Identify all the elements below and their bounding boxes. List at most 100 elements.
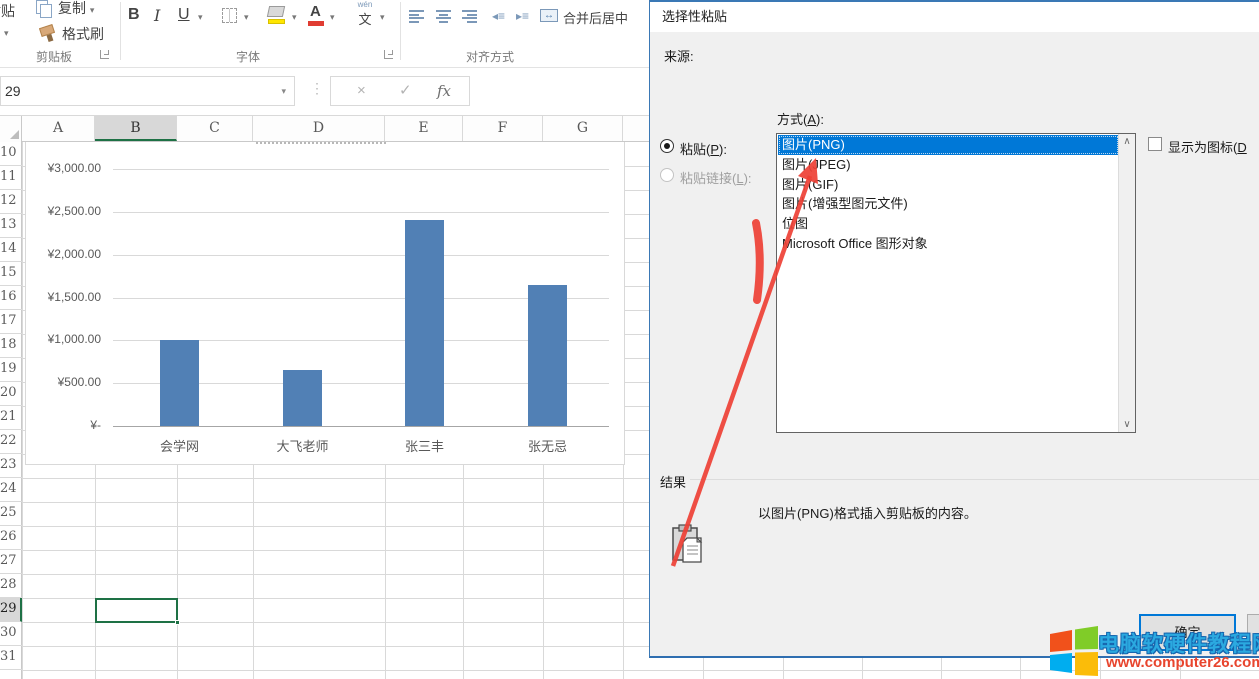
confirm-entry-icon[interactable]: ✓ bbox=[399, 77, 412, 105]
fill-dropdown-icon[interactable]: ▾ bbox=[292, 12, 297, 23]
chart-x-label: 张无忌 bbox=[498, 436, 598, 455]
listbox-scrollbar[interactable]: ∧ ∨ bbox=[1118, 134, 1135, 432]
namebox-dropdown-icon[interactable]: ▾ bbox=[281, 77, 286, 105]
row-header-20[interactable]: 20 bbox=[0, 382, 22, 406]
borders-icon[interactable] bbox=[222, 8, 237, 23]
chart-y-tick-label: ¥1,000.00 bbox=[29, 332, 101, 346]
paste-option-5[interactable]: Microsoft Office 图形对象 bbox=[778, 234, 1119, 254]
row-header-26[interactable]: 26 bbox=[0, 526, 22, 550]
formula-controls: × ✓ fx bbox=[330, 76, 470, 106]
gridline-h bbox=[22, 670, 1259, 671]
increase-indent-icon[interactable]: ▸≡ bbox=[516, 9, 529, 23]
decrease-indent-icon[interactable]: ◂≡ bbox=[492, 9, 505, 23]
fill-handle[interactable] bbox=[175, 620, 180, 625]
row-header-18[interactable]: 18 bbox=[0, 334, 22, 358]
paste-radio[interactable] bbox=[660, 139, 674, 153]
display-as-icon-checkbox[interactable] bbox=[1148, 137, 1162, 151]
row-header-27[interactable]: 27 bbox=[0, 550, 22, 574]
chart-gridline bbox=[113, 255, 609, 256]
chart-y-tick-label: ¥1,500.00 bbox=[29, 290, 101, 304]
font-dialog-launcher-icon[interactable] bbox=[384, 50, 393, 59]
column-header-F[interactable]: F bbox=[463, 116, 543, 141]
result-group-label: 结果 bbox=[657, 472, 689, 491]
underline-dropdown-icon[interactable]: ▾ bbox=[198, 12, 203, 23]
paste-option-2[interactable]: 图片(GIF) bbox=[778, 175, 1119, 195]
chart-x-label: 大飞老师 bbox=[253, 436, 353, 455]
chart-y-tick-label: ¥- bbox=[29, 418, 101, 432]
align-right-icon[interactable] bbox=[462, 10, 477, 23]
select-all-corner[interactable] bbox=[0, 116, 22, 142]
name-box[interactable]: 29▾ bbox=[0, 76, 295, 106]
phonetic-guide-button[interactable]: wén 文 bbox=[356, 0, 374, 28]
excel-window: 1011121314151617181920212223242526272829… bbox=[0, 0, 1259, 679]
font-color-dropdown-icon[interactable]: ▾ bbox=[330, 12, 335, 23]
as-label: 方式(A): bbox=[777, 109, 824, 128]
row-header-13[interactable]: 13 bbox=[0, 214, 22, 238]
row-header-14[interactable]: 14 bbox=[0, 238, 22, 262]
row-header-30[interactable]: 30 bbox=[0, 622, 22, 646]
insert-function-icon[interactable]: fx bbox=[437, 77, 451, 105]
format-painter-button[interactable]: 格式刷 bbox=[62, 24, 104, 44]
chart-bar-张三丰 bbox=[405, 220, 444, 426]
borders-dropdown-icon[interactable]: ▾ bbox=[244, 12, 249, 23]
row-header-11[interactable]: 11 bbox=[0, 166, 22, 190]
ok-button[interactable]: 确定 bbox=[1139, 614, 1236, 651]
merge-center-icon[interactable]: ↔ bbox=[540, 9, 558, 22]
phonetic-dropdown-icon[interactable]: ▾ bbox=[380, 12, 385, 23]
row-header-23[interactable]: 23 bbox=[0, 454, 22, 478]
dialog-title: 选择性粘贴 bbox=[650, 2, 1259, 32]
display-as-icon-option[interactable]: 显示为图标(D bbox=[1148, 136, 1259, 156]
font-group-label: 字体 bbox=[236, 48, 260, 65]
paste-option-1[interactable]: 图片(JPEG) bbox=[778, 155, 1119, 175]
paste-radio-label[interactable]: 粘贴(P): bbox=[680, 139, 727, 158]
underline-button[interactable]: U bbox=[178, 6, 190, 24]
row-header-19[interactable]: 19 bbox=[0, 358, 22, 382]
scroll-down-icon[interactable]: ∨ bbox=[1119, 419, 1135, 430]
selected-cell-B29[interactable] bbox=[95, 598, 178, 623]
copy-button[interactable]: 复制 ▾ bbox=[58, 0, 94, 18]
row-header-25[interactable]: 25 bbox=[0, 502, 22, 526]
alignment-group-label: 对齐方式 bbox=[466, 48, 514, 65]
row-header-16[interactable]: 16 bbox=[0, 286, 22, 310]
paste-button[interactable]: 粘贴 bbox=[0, 1, 15, 21]
column-header-D[interactable]: D bbox=[253, 116, 385, 141]
scroll-up-icon[interactable]: ∧ bbox=[1119, 136, 1135, 147]
paste-option-0[interactable]: 图片(PNG) bbox=[778, 135, 1119, 155]
row-header-24[interactable]: 24 bbox=[0, 478, 22, 502]
chart-x-label: 张三丰 bbox=[375, 436, 475, 455]
row-header-29[interactable]: 29 bbox=[0, 598, 22, 622]
paste-dropdown-icon[interactable]: ▾ bbox=[4, 28, 9, 39]
clipboard-dialog-launcher-icon[interactable] bbox=[100, 50, 109, 59]
paste-option-4[interactable]: 位图 bbox=[778, 214, 1119, 234]
bold-button[interactable]: B bbox=[128, 6, 140, 24]
cancel-entry-icon[interactable]: × bbox=[357, 77, 366, 105]
fill-color-icon[interactable] bbox=[267, 6, 285, 17]
row-header-15[interactable]: 15 bbox=[0, 262, 22, 286]
row-header-12[interactable]: 12 bbox=[0, 190, 22, 214]
bar-chart-object[interactable]: ¥3,000.00¥2,500.00¥2,000.00¥1,500.00¥1,0… bbox=[25, 142, 625, 465]
chart-gridline bbox=[113, 169, 609, 170]
cancel-button-clipped[interactable] bbox=[1247, 614, 1259, 651]
row-header-28[interactable]: 28 bbox=[0, 574, 22, 598]
row-header-17[interactable]: 17 bbox=[0, 310, 22, 334]
row-header-22[interactable]: 22 bbox=[0, 430, 22, 454]
font-color-button[interactable]: A bbox=[310, 3, 321, 20]
paste-as-listbox[interactable]: 图片(PNG)图片(JPEG)图片(GIF)图片(增强型图元文件)位图Micro… bbox=[776, 133, 1136, 433]
row-header-10[interactable]: 10 bbox=[0, 142, 22, 166]
column-header-E[interactable]: E bbox=[385, 116, 463, 141]
format-painter-icon bbox=[39, 24, 55, 37]
merge-center-button[interactable]: 合并后居中 bbox=[563, 8, 649, 27]
chart-gridline bbox=[113, 212, 609, 213]
row-header-21[interactable]: 21 bbox=[0, 406, 22, 430]
column-header-A[interactable]: A bbox=[22, 116, 95, 141]
align-center-icon[interactable] bbox=[436, 10, 451, 23]
paste-link-radio[interactable] bbox=[660, 168, 674, 182]
paste-option-3[interactable]: 图片(增强型图元文件) bbox=[778, 194, 1119, 214]
row-header-31[interactable]: 31 bbox=[0, 646, 22, 670]
column-header-G[interactable]: G bbox=[543, 116, 623, 141]
column-header-B[interactable]: B bbox=[95, 116, 177, 141]
column-header-C[interactable]: C bbox=[177, 116, 253, 141]
italic-button[interactable]: I bbox=[154, 6, 160, 25]
group-separator bbox=[400, 2, 401, 60]
align-left-icon[interactable] bbox=[409, 10, 424, 23]
